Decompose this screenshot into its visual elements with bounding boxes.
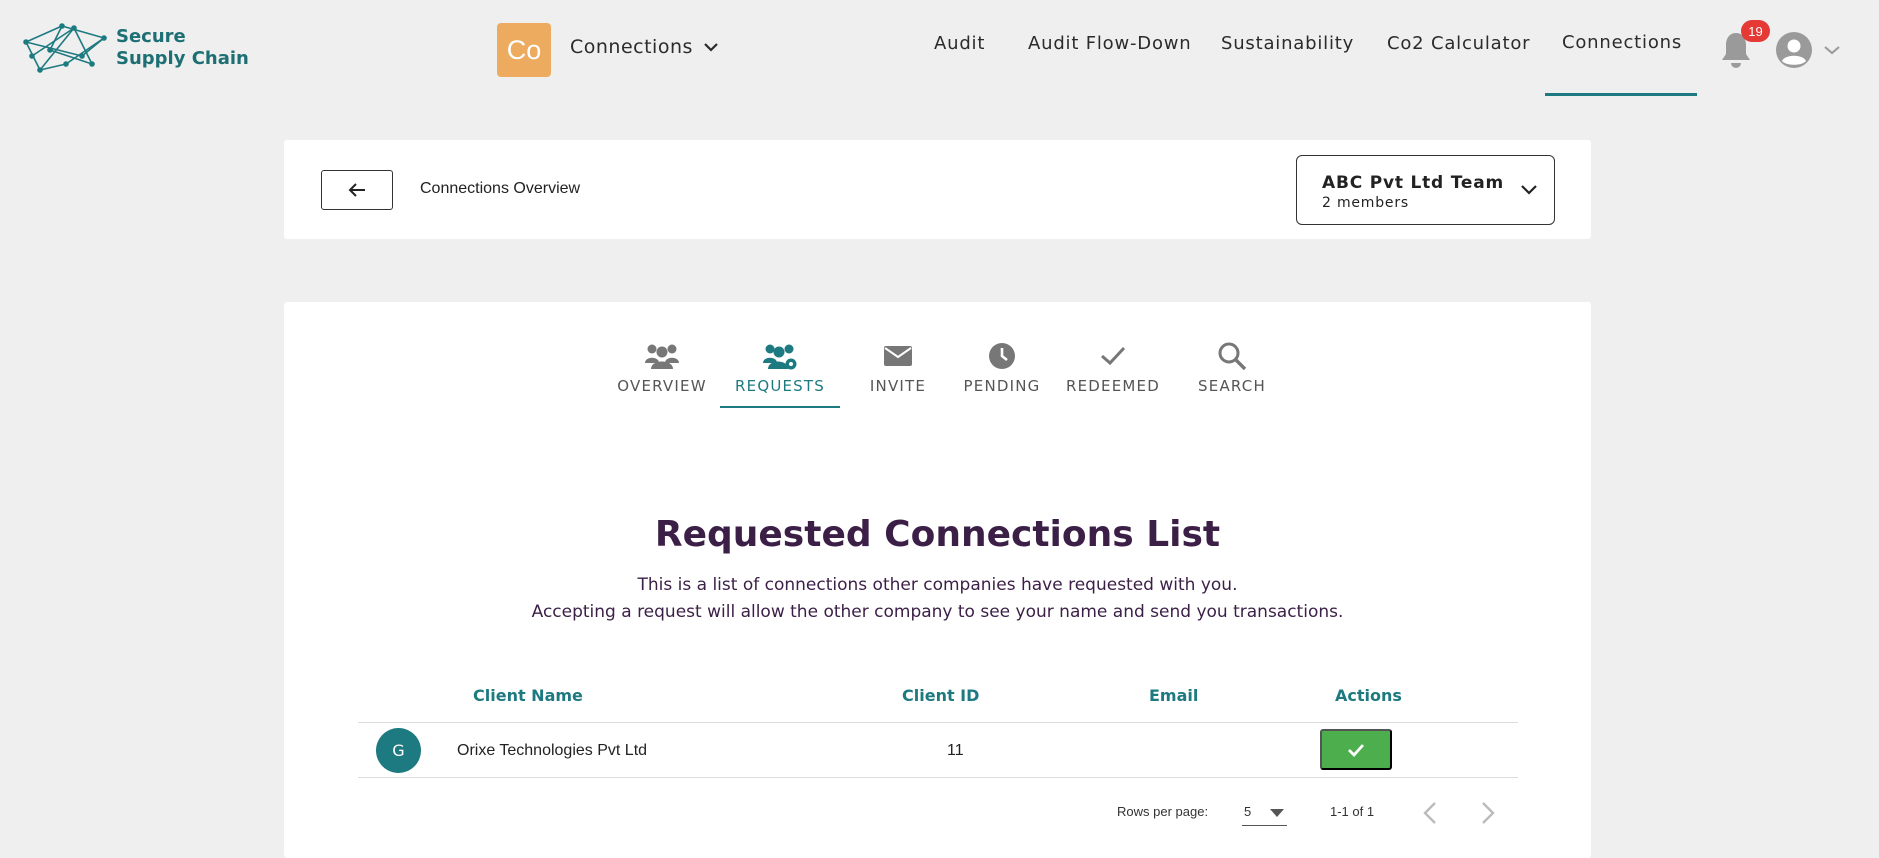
arrow-left-icon — [348, 183, 365, 197]
brand-line-2: Supply Chain — [116, 48, 249, 69]
caret-down-icon — [1270, 809, 1284, 817]
tab-overview-label: OVERVIEW — [617, 377, 707, 395]
rows-per-page-value: 5 — [1244, 804, 1252, 819]
tab-pending[interactable]: PENDING — [957, 337, 1047, 395]
column-header-actions: Actions — [1335, 686, 1402, 705]
previous-page-button[interactable] — [1415, 797, 1445, 829]
users-cog-icon — [763, 344, 797, 370]
nav-co2-calculator[interactable]: Co2 Calculator — [1387, 33, 1530, 54]
chevron-down-icon — [1521, 185, 1537, 195]
table-row-divider — [358, 777, 1518, 778]
tab-search-label: SEARCH — [1198, 377, 1266, 395]
tab-pending-label: PENDING — [963, 377, 1041, 395]
column-header-email[interactable]: Email — [1149, 686, 1198, 705]
tab-overview[interactable]: OVERVIEW — [615, 337, 709, 395]
tab-invite[interactable]: INVITE — [858, 337, 938, 395]
chevron-right-icon — [1482, 802, 1495, 824]
tab-redeemed[interactable]: REDEEMED — [1065, 337, 1161, 395]
tab-requests-label: REQUESTS — [735, 377, 825, 395]
network-logo-icon — [23, 23, 107, 73]
app-switcher[interactable]: Connections — [570, 36, 719, 58]
app-name: Connections — [570, 36, 693, 58]
tab-requests[interactable]: REQUESTS — [730, 337, 830, 395]
requests-card: OVERVIEW REQUESTS INVITE PENDING REDEEME… — [284, 302, 1591, 858]
requests-description-1: This is a list of connections other comp… — [637, 575, 1238, 595]
column-header-client-name[interactable]: Client Name — [473, 686, 583, 705]
column-header-client-id[interactable]: Client ID — [902, 686, 979, 705]
pagination-range: 1-1 of 1 — [1330, 804, 1375, 819]
team-selector[interactable]: ABC Pvt Ltd Team 2 members — [1296, 155, 1555, 225]
table-header-divider — [358, 722, 1518, 723]
users-icon — [645, 344, 679, 369]
brand-line-1: Secure — [116, 26, 186, 47]
accept-request-button[interactable] — [1320, 729, 1392, 770]
envelope-icon — [884, 346, 912, 366]
tab-search[interactable]: SEARCH — [1192, 337, 1272, 395]
nav-sustainability[interactable]: Sustainability — [1221, 33, 1354, 54]
chevron-left-icon — [1423, 802, 1436, 824]
client-avatar: G — [376, 728, 421, 773]
back-button[interactable] — [321, 170, 393, 210]
top-header: Secure Supply Chain Co Connections Audit… — [0, 0, 1879, 96]
team-name: ABC Pvt Ltd Team — [1322, 173, 1504, 193]
tab-invite-label: INVITE — [869, 377, 927, 395]
app-badge[interactable]: Co — [497, 23, 551, 77]
next-page-button[interactable] — [1473, 797, 1503, 829]
requests-description-2: Accepting a request will allow the other… — [531, 602, 1344, 622]
user-menu[interactable] — [1775, 31, 1841, 69]
nav-active-indicator — [1545, 93, 1697, 96]
rows-per-page-label: Rows per page: — [1117, 804, 1209, 819]
tab-redeemed-label: REDEEMED — [1066, 377, 1160, 395]
page-title: Connections Overview — [420, 180, 581, 197]
check-icon — [1348, 743, 1365, 757]
notification-count-badge: 19 — [1741, 20, 1770, 42]
chevron-down-icon — [704, 43, 718, 52]
check-icon — [1101, 346, 1126, 366]
clock-icon — [989, 343, 1015, 369]
brand-logo[interactable]: Secure Supply Chain — [22, 20, 249, 76]
search-icon — [1218, 342, 1247, 371]
rows-per-page-select[interactable]: 5 — [1242, 800, 1287, 826]
nav-audit[interactable]: Audit — [934, 33, 985, 54]
client-id-cell: 11 — [947, 742, 964, 759]
user-avatar-icon — [1776, 32, 1812, 68]
nav-connections[interactable]: Connections — [1562, 32, 1682, 53]
tab-active-indicator — [720, 406, 840, 408]
nav-audit-flow-down[interactable]: Audit Flow-Down — [1028, 33, 1192, 54]
overview-header-card: Connections Overview ABC Pvt Ltd Team 2 … — [284, 140, 1591, 239]
chevron-down-icon — [1824, 46, 1840, 55]
brand-name: Secure Supply Chain — [116, 26, 249, 70]
team-members-count: 2 members — [1322, 195, 1409, 211]
requests-title: Requested Connections List — [654, 514, 1221, 555]
client-name-cell: Orixe Technologies Pvt Ltd — [457, 742, 648, 759]
